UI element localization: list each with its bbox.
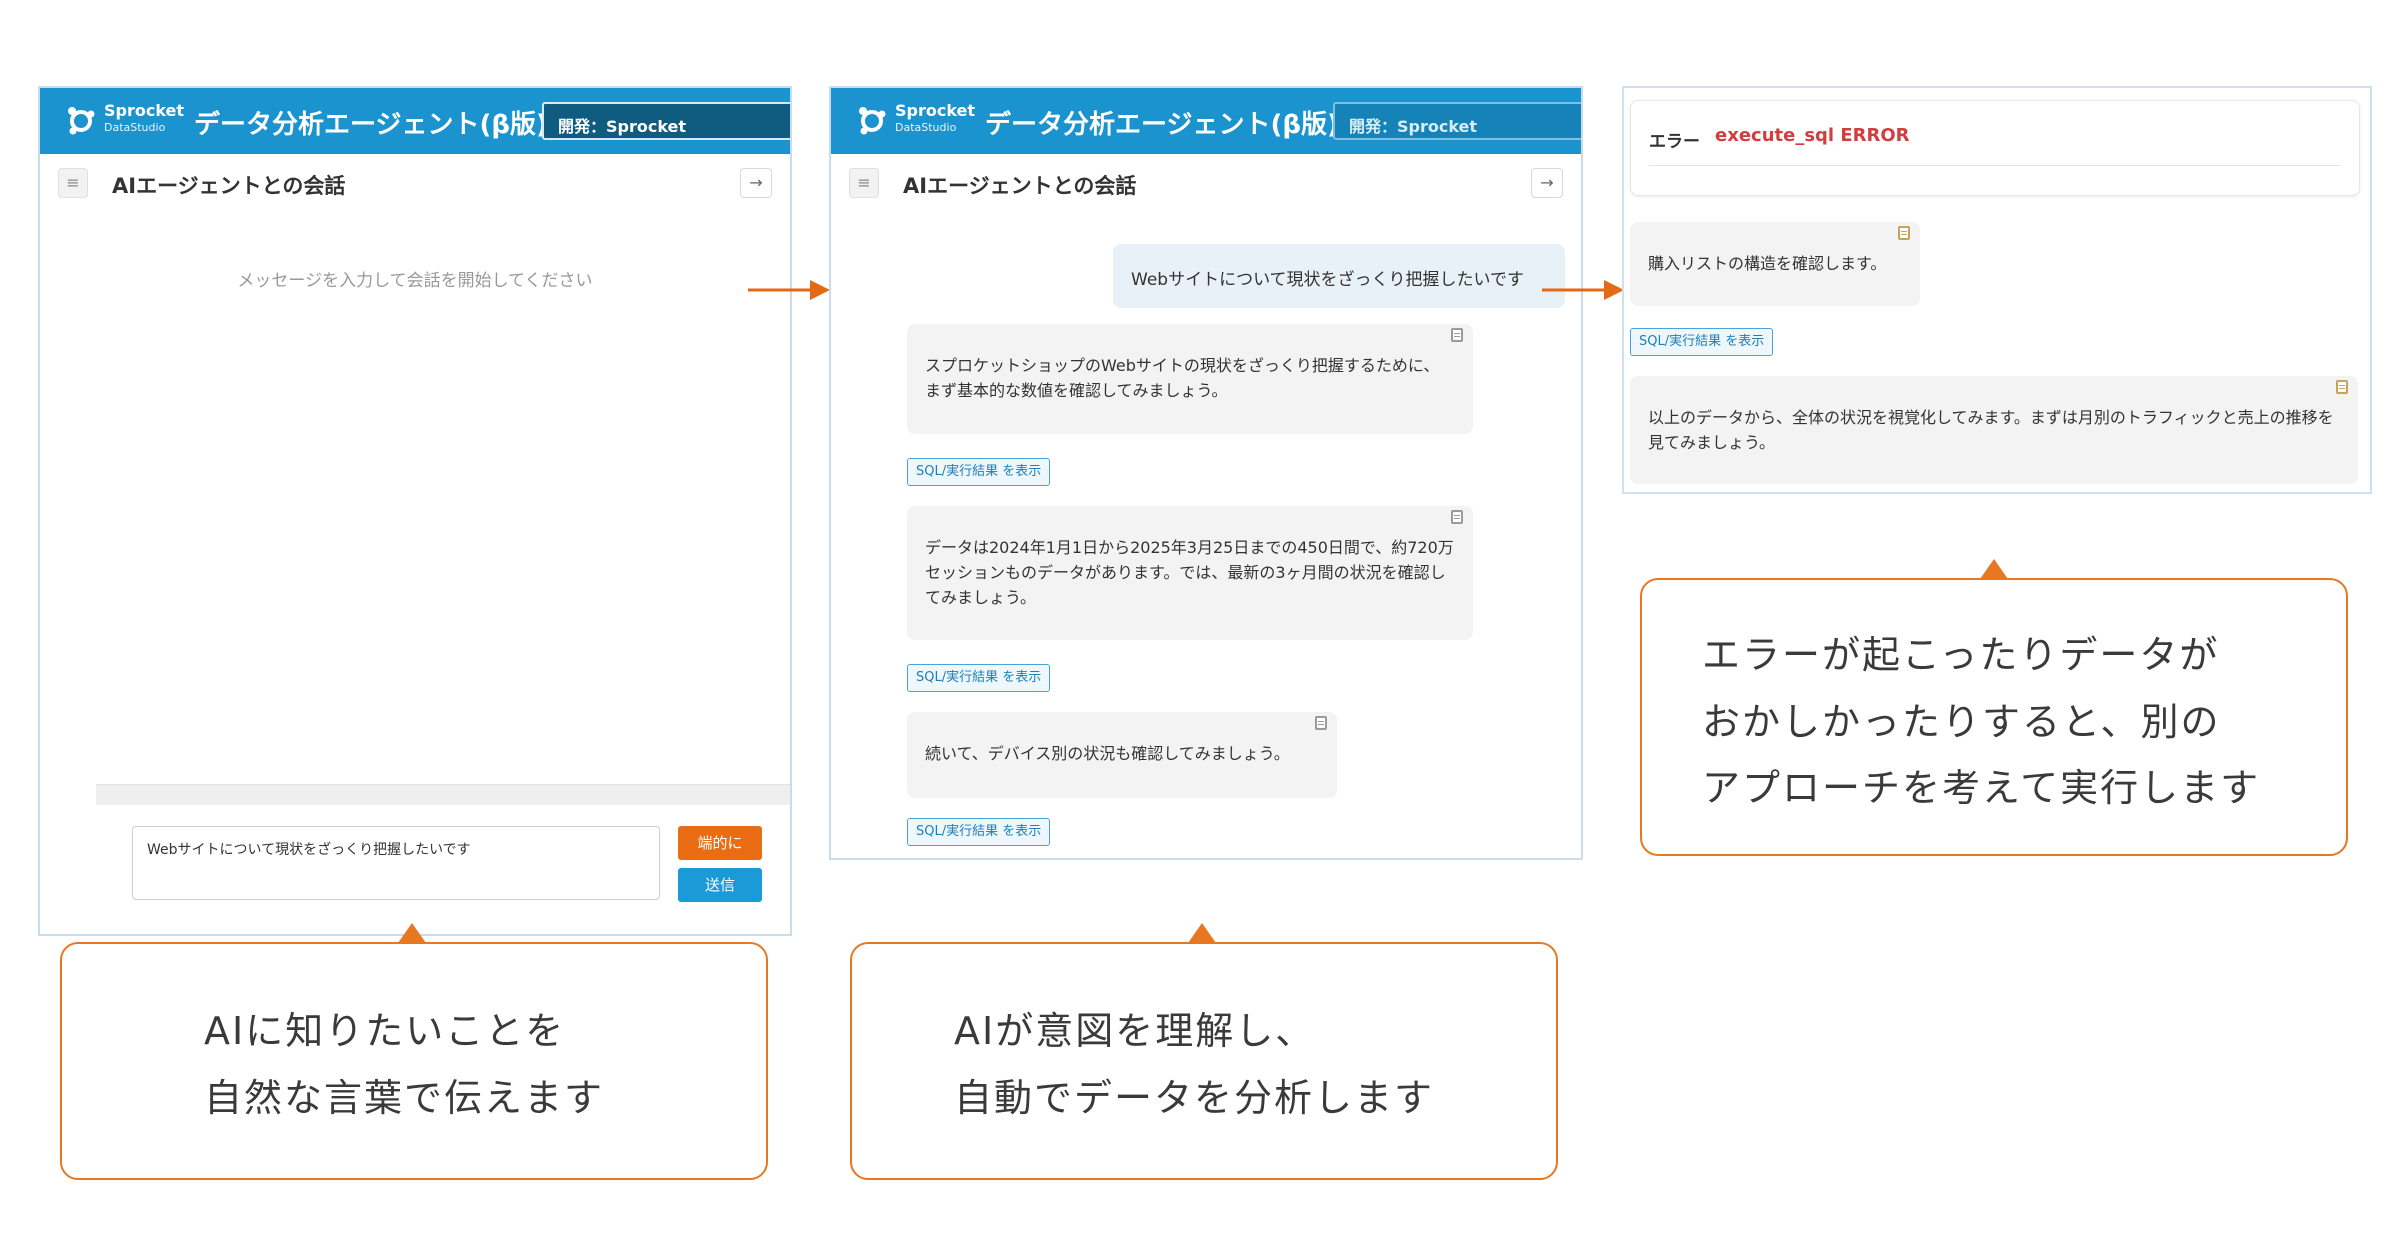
callout-auto-analysis: AIが意図を理解し、 自動でデータを分析します bbox=[850, 923, 1558, 1180]
menu-button[interactable]: ≡ bbox=[58, 168, 88, 198]
collapse-button[interactable]: → bbox=[1531, 168, 1563, 198]
sprocket-logo-icon bbox=[68, 107, 95, 135]
environment-selector[interactable]: 開発：Sprocket bbox=[1333, 102, 1581, 140]
callout-pointer bbox=[398, 923, 426, 943]
callout-line: エラーが起こったりデータが bbox=[1702, 633, 2220, 677]
clipboard-icon[interactable] bbox=[1451, 328, 1463, 342]
input-divider bbox=[96, 784, 790, 805]
logo-subname: DataStudio bbox=[895, 121, 957, 134]
callout-line: AIが意図を理解し、 bbox=[954, 1009, 1316, 1053]
empty-conversation-message: メッセージを入力して会話を開始してください bbox=[237, 271, 593, 291]
concise-button[interactable]: 端的に bbox=[678, 826, 762, 860]
conversation-title: AIエージェントとの会話 bbox=[112, 174, 346, 198]
ai-message: スプロケットショップのWebサイトの現状をざっくり把握するために、まず基本的な数… bbox=[907, 324, 1473, 434]
conversation-bar: ≡ AIエージェントとの会話 → bbox=[40, 154, 790, 212]
show-sql-result-button[interactable]: SQL/実行結果 を表示 bbox=[907, 664, 1051, 692]
error-value: execute_sql ERROR bbox=[1715, 125, 1910, 146]
clipboard-icon[interactable] bbox=[1451, 510, 1463, 524]
ai-message: データは2024年1月1日から2025年3月25日までの450日間で、約720万… bbox=[907, 506, 1473, 640]
clipboard-icon[interactable] bbox=[2336, 380, 2348, 394]
callout-pointer bbox=[1980, 559, 2008, 579]
callout-pointer bbox=[1188, 923, 1216, 943]
ai-message-text: スプロケットショップのWebサイトの現状をざっくり把握するために、まず基本的な数… bbox=[925, 356, 1440, 400]
hamburger-icon: ≡ bbox=[66, 173, 80, 192]
hamburger-icon: ≡ bbox=[857, 173, 871, 192]
flow-arrow-icon bbox=[1542, 280, 1624, 300]
logo-name: Sprocket bbox=[104, 101, 185, 120]
logo-text: Sprocket DataStudio bbox=[895, 101, 976, 134]
show-sql-result-button[interactable]: SQL/実行結果 を表示 bbox=[1630, 328, 1774, 356]
user-message: Webサイトについて現状をざっくり把握したいです bbox=[1113, 244, 1565, 308]
callout-natural-language: AIに知りたいことを 自然な言葉で伝えます bbox=[60, 923, 768, 1180]
clipboard-icon[interactable] bbox=[1315, 716, 1327, 730]
app-title: データ分析エージェント(β版) bbox=[985, 110, 1339, 140]
callout-line: おかしかったりすると、別の bbox=[1702, 699, 2221, 744]
show-sql-result-button[interactable]: SQL/実行結果 を表示 bbox=[907, 458, 1051, 486]
arrow-right-icon: → bbox=[1540, 173, 1554, 192]
sprocket-logo-icon bbox=[859, 107, 886, 135]
send-button[interactable]: 送信 bbox=[678, 868, 762, 902]
error-card: エラー execute_sql ERROR bbox=[1630, 100, 2360, 196]
callout-line: 自然な言葉で伝えます bbox=[204, 1075, 605, 1120]
ai-message-text: 購入リストの構造を確認します。 bbox=[1648, 254, 1887, 273]
callout-line: アプローチを考えて実行します bbox=[1702, 766, 2261, 810]
callout-line: 自動でデータを分析します bbox=[954, 1075, 1435, 1120]
ai-message-text: 以上のデータから、全体の状況を視覚化してみます。まずは月別のトラフィックと売上の… bbox=[1648, 408, 2334, 452]
error-divider bbox=[1649, 165, 2341, 166]
environment-selector[interactable]: 開発：Sprocket bbox=[542, 102, 790, 140]
arrow-right-icon: → bbox=[749, 173, 763, 192]
show-sql-result-button[interactable]: SQL/実行結果 を表示 bbox=[907, 818, 1051, 846]
menu-button[interactable]: ≡ bbox=[849, 168, 879, 198]
app-header: Sprocket DataStudio データ分析エージェント(β版) 開発：S… bbox=[831, 88, 1581, 154]
message-input[interactable]: Webサイトについて現状をざっくり把握したいです bbox=[132, 826, 660, 900]
conversation-title: AIエージェントとの会話 bbox=[903, 174, 1137, 198]
callout-error-recovery: エラーが起こったりデータが おかしかったりすると、別の アプローチを考えて実行し… bbox=[1640, 559, 2348, 856]
app-title: データ分析エージェント(β版) bbox=[194, 110, 548, 140]
screenshot-panel-error-recovery: エラー execute_sql ERROR 購入リストの構造を確認します。 SQ… bbox=[1622, 86, 2372, 494]
callout-line: AIに知りたいことを bbox=[204, 1009, 566, 1053]
clipboard-icon[interactable] bbox=[1898, 226, 1910, 240]
ai-message-text: 続いて、デバイス別の状況も確認してみましょう。 bbox=[925, 744, 1290, 763]
ai-message: 続いて、デバイス別の状況も確認してみましょう。 bbox=[907, 712, 1337, 798]
app-header: Sprocket DataStudio データ分析エージェント(β版) 開発：S… bbox=[40, 88, 790, 154]
logo-name: Sprocket bbox=[895, 101, 976, 120]
conversation-bar: ≡ AIエージェントとの会話 → bbox=[831, 154, 1581, 212]
logo-text: Sprocket DataStudio bbox=[104, 101, 185, 134]
collapse-button[interactable]: → bbox=[740, 168, 772, 198]
ai-message-text: データは2024年1月1日から2025年3月25日までの450日間で、約720万… bbox=[925, 538, 1454, 607]
screenshot-panel-input: Sprocket DataStudio データ分析エージェント(β版) 開発：S… bbox=[38, 86, 792, 936]
screenshot-panel-analysis: Sprocket DataStudio データ分析エージェント(β版) 開発：S… bbox=[829, 86, 1583, 860]
logo-subname: DataStudio bbox=[104, 121, 166, 134]
ai-message: 以上のデータから、全体の状況を視覚化してみます。まずは月別のトラフィックと売上の… bbox=[1630, 376, 2358, 484]
flow-arrow-icon bbox=[748, 280, 830, 300]
error-label: エラー bbox=[1649, 132, 1700, 152]
ai-message: 購入リストの構造を確認します。 bbox=[1630, 222, 1920, 306]
